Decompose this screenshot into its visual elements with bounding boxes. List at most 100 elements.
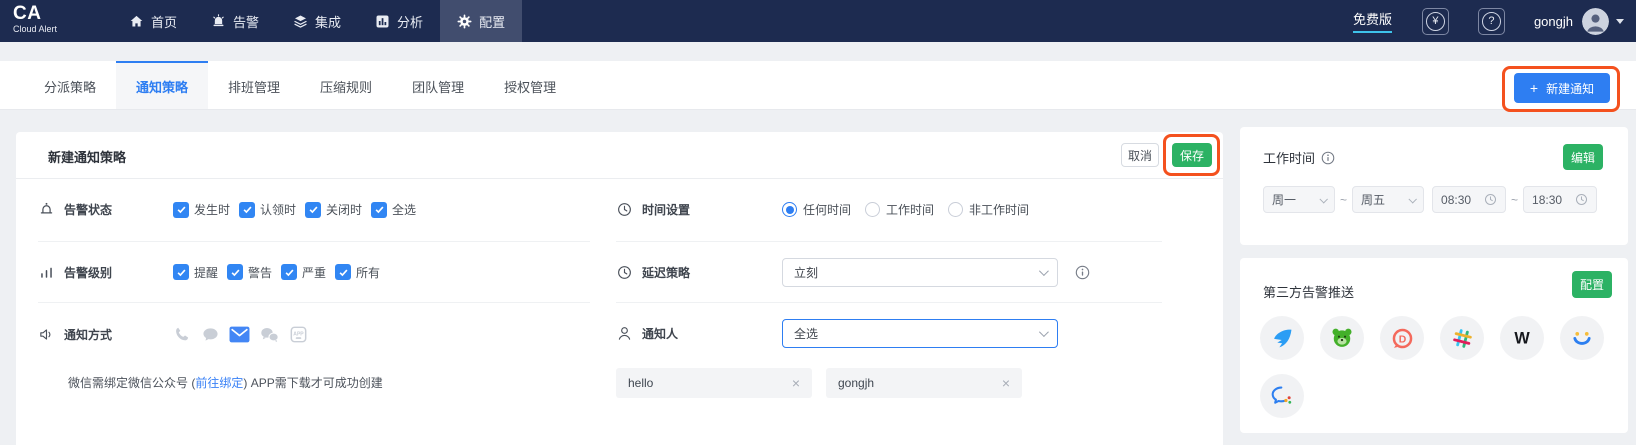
smiley-icon[interactable]: [1560, 316, 1604, 360]
field-label: 通知方式: [64, 326, 112, 343]
bar-chart-icon: [375, 14, 390, 29]
checkbox-checked-icon: [335, 264, 351, 280]
radio-unselected-icon: [865, 202, 880, 217]
clock-icon: [1484, 193, 1497, 206]
tab-dispatch-policy[interactable]: 分派策略: [24, 61, 116, 109]
plan-badge[interactable]: 免费版: [1353, 9, 1392, 33]
configure-third-party-button[interactable]: 配置: [1572, 271, 1612, 298]
username[interactable]: gongjh: [1534, 14, 1573, 29]
day-to-select[interactable]: 周五: [1352, 186, 1424, 213]
nav-item-home[interactable]: 首页: [112, 0, 194, 42]
chevron-down-icon: [1039, 327, 1049, 337]
cancel-button[interactable]: 取消: [1121, 143, 1159, 167]
tab-authorization[interactable]: 授权管理: [484, 61, 576, 109]
checkbox-level-critical[interactable]: 严重: [281, 264, 326, 281]
chevron-down-icon[interactable]: [1616, 19, 1624, 24]
question-icon: ?: [1482, 12, 1501, 31]
work-time-inputs: 周一 ~ 周五 08:30 ~ 18:30: [1263, 186, 1597, 213]
checkbox-label: 提醒: [194, 264, 218, 281]
field-label: 通知人: [642, 325, 678, 342]
panel-actions: 取消 保存: [1121, 143, 1212, 167]
notify-person-select[interactable]: 全选: [782, 319, 1058, 348]
alert-level-row: 告警级别 提醒 警告 严重 所有: [38, 242, 590, 303]
day-from-select[interactable]: 周一: [1263, 186, 1335, 213]
nav-item-integrations[interactable]: 集成: [276, 0, 358, 42]
checkbox-label: 关闭时: [326, 201, 362, 218]
tab-team-management[interactable]: 团队管理: [392, 61, 484, 109]
nav-item-label: 集成: [315, 12, 341, 31]
wechat-work-icon[interactable]: [1260, 374, 1304, 418]
avatar[interactable]: [1582, 8, 1609, 35]
notify-person-row: 通知人 全选: [616, 303, 1162, 363]
notify-method-icons: APP: [173, 325, 308, 344]
checkbox-level-notice[interactable]: 提醒: [173, 264, 218, 281]
time-to-input[interactable]: 18:30: [1523, 186, 1597, 213]
notify-method-label-group: 通知方式: [38, 326, 173, 343]
email-method-icon-selected[interactable]: [229, 326, 250, 343]
slack-icon[interactable]: [1440, 316, 1484, 360]
checkbox-on-claim[interactable]: 认领时: [239, 201, 296, 218]
dingtalk-icon[interactable]: [1260, 316, 1304, 360]
user-avatar-icon: [1582, 8, 1609, 35]
nav-item-label: 配置: [479, 12, 505, 31]
checkbox-on-occur[interactable]: 发生时: [173, 201, 230, 218]
help-button[interactable]: ?: [1478, 8, 1505, 35]
sms-method-icon[interactable]: [201, 325, 220, 344]
time-from-input[interactable]: 08:30: [1432, 186, 1506, 213]
wechat-method-icon[interactable]: [259, 325, 280, 344]
info-icon[interactable]: [1321, 151, 1335, 165]
checkbox-label: 所有: [356, 264, 380, 281]
nav-item-analytics[interactable]: 分析: [358, 0, 440, 42]
checkbox-select-all-status[interactable]: 全选: [371, 201, 416, 218]
edit-work-time-button[interactable]: 编辑: [1563, 144, 1603, 170]
close-icon[interactable]: ×: [792, 376, 800, 390]
clock-icon: [1575, 193, 1588, 206]
tab-compression-rules[interactable]: 压缩规则: [300, 61, 392, 109]
signal-bars-icon: [38, 264, 55, 281]
hint-prefix: 微信需绑定微信公众号 (: [68, 376, 195, 390]
checkbox-level-warning[interactable]: 警告: [227, 264, 272, 281]
dodo-letter: D: [1398, 334, 1406, 345]
delay-info[interactable]: [1075, 265, 1090, 280]
worktile-icon[interactable]: W: [1500, 316, 1544, 360]
third-party-push-card: 第三方告警推送 配置 D W: [1240, 258, 1628, 433]
save-button[interactable]: 保存: [1172, 143, 1212, 167]
person-tag-gongjh: gongjh ×: [826, 368, 1022, 398]
checkbox-on-close[interactable]: 关闭时: [305, 201, 362, 218]
dodo-icon[interactable]: D: [1380, 316, 1424, 360]
billing-button[interactable]: ¥: [1422, 8, 1449, 35]
tab-label: 分派策略: [44, 77, 96, 96]
app-method-icon[interactable]: APP: [289, 325, 308, 344]
checkbox-level-all[interactable]: 所有: [335, 264, 380, 281]
logo[interactable]: CA Cloud Alert: [13, 3, 57, 34]
radio-non-work-time[interactable]: 非工作时间: [948, 201, 1029, 218]
delay-policy-select[interactable]: 立刻: [782, 258, 1058, 287]
radio-work-time[interactable]: 工作时间: [865, 201, 934, 218]
new-notification-button[interactable]: + 新建通知: [1514, 73, 1610, 103]
go-bind-link[interactable]: 前往绑定: [195, 376, 243, 390]
radio-label: 非工作时间: [969, 201, 1029, 218]
tab-notification-policy[interactable]: 通知策略: [116, 61, 208, 109]
phone-method-icon[interactable]: [173, 325, 192, 344]
bearychat-icon[interactable]: [1320, 316, 1364, 360]
nav-item-alerts[interactable]: 告警: [194, 0, 276, 42]
home-icon: [129, 14, 144, 29]
speaker-icon: [38, 326, 55, 343]
nav-item-configuration[interactable]: 配置: [440, 0, 522, 42]
work-time-title-group: 工作时间: [1263, 148, 1335, 167]
work-time-title: 工作时间: [1263, 148, 1315, 167]
work-time-card: 工作时间 编辑 周一 ~ 周五 08:30 ~ 18:30: [1240, 127, 1628, 245]
select-value: 全选: [794, 325, 818, 342]
logo-title: CA: [13, 3, 57, 24]
field-label: 告警状态: [64, 201, 112, 218]
radio-any-time[interactable]: 任何时间: [782, 201, 851, 218]
alert-status-label-group: 告警状态: [38, 201, 173, 218]
plus-icon: +: [1530, 81, 1538, 95]
app-root: CA Cloud Alert 首页 告警 集成 分析: [0, 0, 1636, 445]
alert-status-row: 告警状态 发生时 认领时 关闭时 全选: [38, 178, 590, 242]
tab-label: 团队管理: [412, 77, 464, 96]
close-icon[interactable]: ×: [1002, 376, 1010, 390]
tab-shift-management[interactable]: 排班管理: [208, 61, 300, 109]
logo-subtitle: Cloud Alert: [13, 24, 57, 34]
nav-item-label: 告警: [233, 12, 259, 31]
